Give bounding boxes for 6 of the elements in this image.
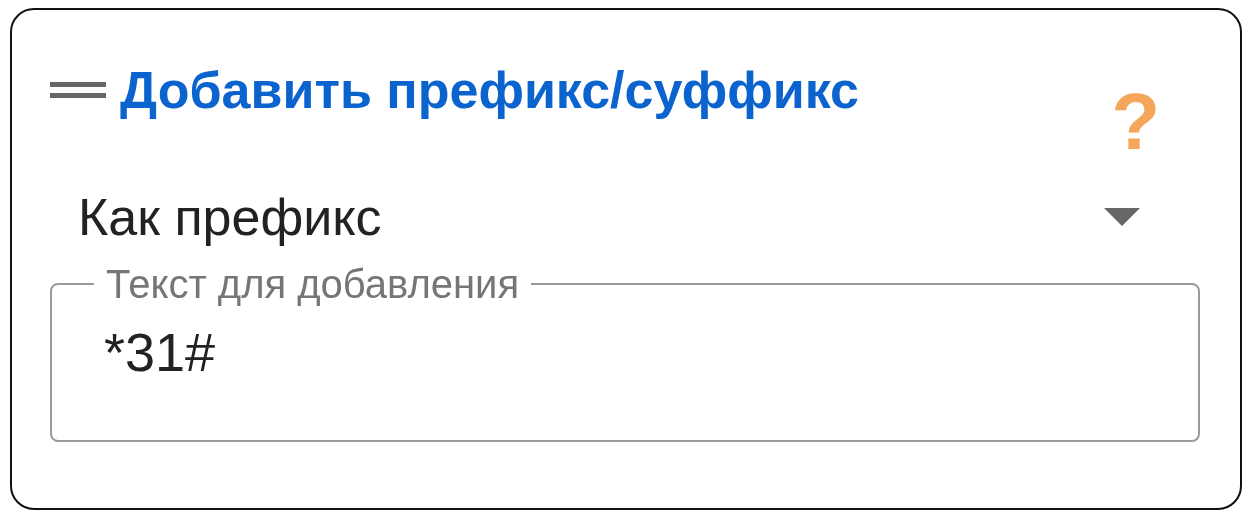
text-input-field[interactable]: *31#	[104, 312, 1146, 393]
section-title: Добавить префикс/суффикс	[120, 62, 859, 120]
mode-dropdown[interactable]: Как префикс	[78, 182, 1200, 252]
dropdown-caret-icon	[1104, 208, 1140, 226]
drag-handle-icon[interactable]	[50, 81, 106, 100]
field-label: Текст для добавления	[105, 261, 521, 308]
